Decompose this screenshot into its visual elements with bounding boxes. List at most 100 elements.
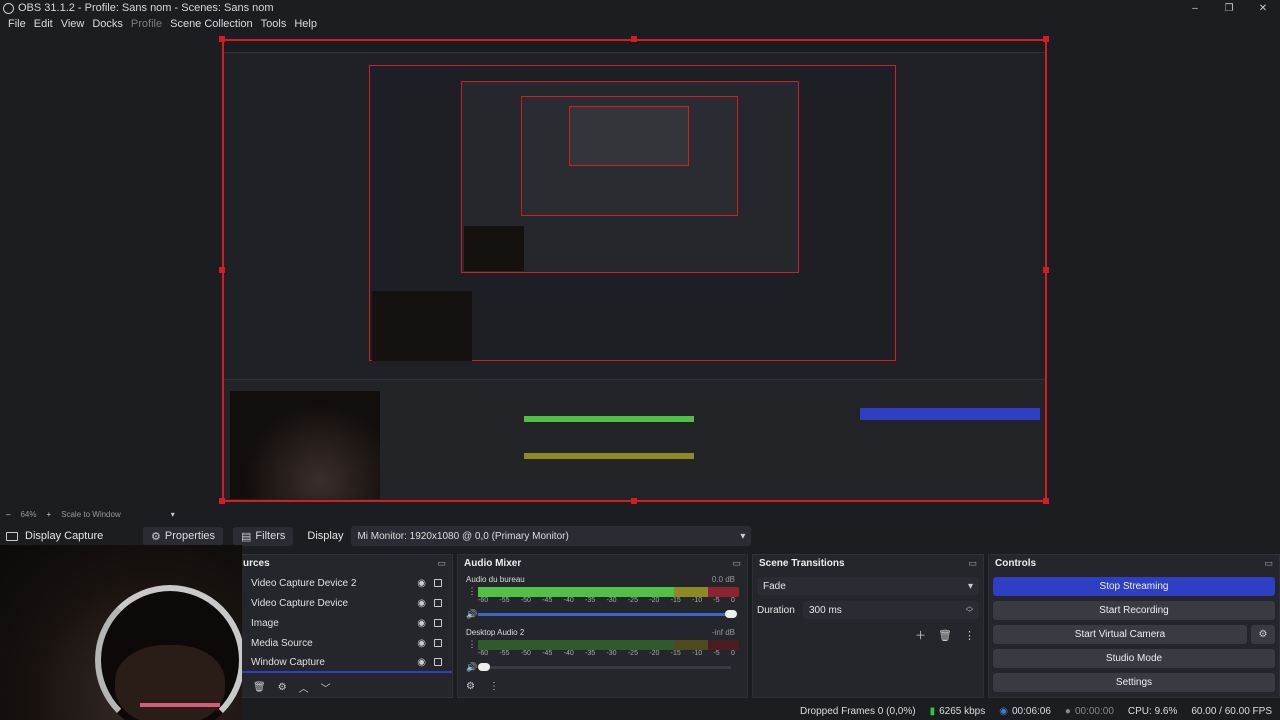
resize-handle-br[interactable]	[1043, 498, 1049, 504]
zoom-bar: – 64% + Scale to Window ▾	[0, 506, 1280, 522]
display-label: Display	[307, 530, 344, 542]
duration-input[interactable]: 300 ms ︿ ﹀	[803, 601, 979, 619]
source-toolbar: Display Capture ⚙ Properties ▤ Filters D…	[0, 525, 1280, 547]
spinner-arrows-icon[interactable]: ︿ ﹀	[966, 603, 973, 617]
menu-view[interactable]: View	[57, 18, 89, 30]
start-recording-button[interactable]: Start Recording	[993, 601, 1275, 620]
menu-bar: File Edit View Docks Profile Scene Colle…	[0, 16, 1280, 32]
duration-label: Duration	[757, 604, 795, 616]
volume-slider-thumb[interactable]	[478, 663, 490, 671]
minimize-button[interactable]: –	[1178, 0, 1212, 16]
scale-to-window-label[interactable]: Scale to Window	[61, 510, 121, 519]
filters-button[interactable]: ▤ Filters	[233, 526, 294, 546]
window-title: OBS 31.1.2 - Profile: Sans nom - Scenes:…	[18, 2, 274, 14]
more-options-icon[interactable]: ⋮	[466, 639, 478, 650]
display-icon	[6, 531, 18, 541]
resize-handle-tr[interactable]	[1043, 36, 1049, 42]
gear-icon: ⚙	[1258, 629, 1268, 640]
gear-icon[interactable]: ⚙	[466, 681, 475, 692]
rec-time-indicator: ● 00:00:00	[1065, 706, 1114, 717]
source-item-video-capture-device[interactable]: Video Capture Device ◉	[237, 593, 452, 613]
lock-icon[interactable]	[434, 658, 442, 666]
resize-handle-bc[interactable]	[631, 498, 637, 504]
source-item-window-capture[interactable]: Window Capture ◉	[237, 653, 452, 673]
chevron-down-icon: ▾	[740, 530, 746, 542]
resize-handle-mr[interactable]	[1043, 267, 1049, 273]
channel-db: 0.0 dB	[711, 575, 735, 584]
stream-time-indicator: ◉ 00:06:06	[999, 706, 1051, 717]
channel-db: -inf dB	[711, 628, 735, 637]
speaker-icon[interactable]: 🔊	[466, 662, 478, 673]
stop-streaming-button[interactable]: Stop Streaming	[993, 577, 1275, 596]
transition-select[interactable]: Fade ▾	[757, 577, 979, 595]
preview-canvas[interactable]	[222, 39, 1047, 502]
trash-icon[interactable]: 🗑	[938, 627, 952, 643]
studio-mode-button[interactable]: Studio Mode	[993, 649, 1275, 668]
menu-tools[interactable]: Tools	[257, 18, 291, 30]
speaker-icon[interactable]: 🔊	[466, 609, 478, 620]
scene-transitions-panel: Scene Transitions ▭ Fade ▾ Duration 300 …	[752, 554, 984, 698]
menu-edit[interactable]: Edit	[30, 18, 57, 30]
eye-icon[interactable]: ◉	[417, 638, 426, 649]
menu-scene-collection[interactable]: Scene Collection	[166, 18, 257, 30]
volume-slider[interactable]	[478, 663, 731, 671]
more-options-icon[interactable]: ⋮	[964, 627, 975, 643]
nested-meter-2	[524, 453, 694, 459]
settings-button[interactable]: Settings	[993, 673, 1275, 692]
volume-slider-thumb[interactable]	[725, 610, 737, 618]
resize-handle-tl[interactable]	[219, 36, 225, 42]
chevron-up-icon[interactable]: ︿	[299, 680, 309, 695]
add-icon[interactable]: ＋	[915, 627, 926, 643]
source-item-video-capture-device-2[interactable]: Video Capture Device 2 ◉	[237, 573, 452, 593]
chevron-down-icon[interactable]: ▾	[171, 510, 175, 519]
gear-icon: ⚙	[151, 530, 161, 543]
zoom-in-icon[interactable]: +	[46, 510, 51, 519]
nested-meter-1	[524, 416, 694, 422]
virtual-camera-settings-button[interactable]: ⚙	[1251, 625, 1275, 644]
menu-file[interactable]: File	[4, 18, 30, 30]
lock-icon[interactable]	[434, 639, 442, 647]
undock-icon[interactable]: ▭	[1264, 558, 1273, 569]
eye-icon[interactable]: ◉	[417, 618, 426, 629]
zoom-out-icon[interactable]: –	[6, 510, 10, 519]
lock-icon[interactable]	[434, 599, 442, 607]
menu-help[interactable]: Help	[290, 18, 321, 30]
gear-icon[interactable]: ⚙	[278, 680, 287, 695]
eye-icon[interactable]: ◉	[417, 657, 426, 668]
bitrate-indicator: ▮ 6265 kbps	[930, 706, 986, 717]
resize-handle-ml[interactable]	[219, 267, 225, 273]
resize-handle-bl[interactable]	[219, 498, 225, 504]
undock-icon[interactable]: ▭	[968, 558, 977, 569]
trash-icon[interactable]: 🗑	[253, 680, 266, 695]
meter-green-segment	[478, 586, 674, 597]
undock-icon[interactable]: ▭	[732, 558, 741, 569]
controls-header: Controls ▭	[989, 555, 1279, 571]
audio-mixer-panel: Audio Mixer ▭ Audio du bureau 0.0 dB ⋮ -…	[457, 554, 748, 698]
undock-icon[interactable]: ▭	[437, 558, 446, 569]
display-select[interactable]: Mi Monitor: 1920x1080 @ 0,0 (Primary Mon…	[351, 526, 752, 546]
properties-button[interactable]: ⚙ Properties	[143, 526, 224, 546]
source-label: Video Capture Device	[251, 597, 349, 609]
source-item-image[interactable]: Image ◉	[237, 613, 452, 633]
start-virtual-camera-button[interactable]: Start Virtual Camera	[993, 625, 1247, 644]
audio-channel-1: Audio du bureau 0.0 dB ⋮ -60 -55 -50 -45 -40…	[458, 571, 747, 620]
lock-icon[interactable]	[434, 579, 442, 587]
more-options-icon[interactable]: ⋮	[489, 681, 499, 692]
source-label: Media Source	[251, 637, 313, 649]
lock-icon[interactable]	[434, 619, 442, 627]
menu-profile[interactable]: Profile	[127, 18, 166, 30]
chevron-down-icon[interactable]: ﹀	[321, 680, 331, 695]
close-button[interactable]: ✕	[1246, 0, 1280, 16]
source-label: Video Capture Device 2	[251, 577, 357, 589]
eye-icon[interactable]: ◉	[417, 578, 426, 589]
fps: 60.00 / 60.00 FPS	[1191, 705, 1272, 717]
eye-icon[interactable]: ◉	[417, 598, 426, 609]
menu-docks[interactable]: Docks	[88, 18, 127, 30]
source-item-media-source[interactable]: Media Source ◉	[237, 633, 452, 653]
more-options-icon[interactable]: ⋮	[466, 586, 478, 597]
resize-handle-tc[interactable]	[631, 36, 637, 42]
volume-slider[interactable]	[478, 610, 737, 618]
window-titlebar: OBS 31.1.2 - Profile: Sans nom - Scenes:…	[0, 0, 1280, 16]
meter-green-segment	[478, 639, 674, 650]
maximize-button[interactable]: ❐	[1212, 0, 1246, 16]
